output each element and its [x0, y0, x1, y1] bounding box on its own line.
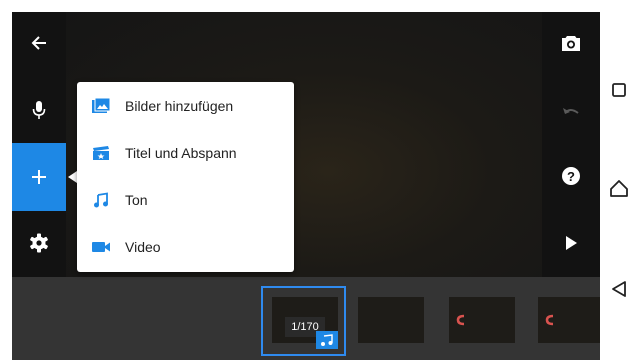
back-arrow-icon [31, 36, 46, 50]
system-nav-bar [600, 0, 637, 361]
undo-button[interactable] [542, 87, 600, 135]
menu-item-add-images[interactable]: Bilder hinzufügen [77, 82, 294, 129]
music-note-icon [94, 191, 108, 207]
back-icon [611, 281, 626, 297]
camera-icon [562, 36, 580, 51]
help-icon: ? [562, 167, 580, 185]
record-audio-button[interactable] [12, 86, 66, 134]
right-toolbar: ? [542, 12, 600, 277]
timeline-clip[interactable] [358, 297, 424, 343]
undo-icon [563, 108, 579, 114]
add-button[interactable] [12, 143, 66, 211]
video-camera-icon-wrap [77, 223, 125, 270]
snapshot-button[interactable] [542, 19, 600, 67]
microphone-icon [32, 101, 46, 119]
timeline[interactable]: 1/170 [12, 277, 600, 360]
gear-icon [30, 233, 48, 253]
home-button[interactable] [600, 168, 637, 208]
menu-item-label: Video [125, 238, 161, 255]
svg-text:?: ? [567, 169, 575, 184]
clip-marker-icon [456, 314, 465, 326]
settings-button[interactable] [12, 219, 66, 267]
back-button[interactable] [12, 19, 66, 67]
popup-pointer [68, 171, 77, 183]
menu-item-title-credits[interactable]: Titel und Abspann [77, 129, 294, 176]
plus-icon [32, 170, 46, 184]
left-toolbar [12, 12, 66, 277]
title-card-icon [93, 145, 109, 160]
add-images-icon-wrap [77, 82, 125, 129]
menu-item-label: Ton [125, 191, 148, 208]
add-menu-popup: Bilder hinzufügen Titel und Abspann Ton [77, 82, 294, 272]
music-note-icon-wrap [77, 176, 125, 223]
timeline-clip[interactable] [538, 297, 600, 343]
play-icon [566, 236, 577, 250]
add-images-icon [92, 97, 111, 113]
menu-item-label: Titel und Abspann [125, 144, 237, 161]
recent-apps-button[interactable] [600, 70, 637, 110]
menu-item-video[interactable]: Video [77, 223, 294, 270]
menu-item-sound[interactable]: Ton [77, 176, 294, 223]
menu-item-label: Bilder hinzufügen [125, 97, 234, 114]
timeline-clip[interactable] [449, 297, 515, 343]
title-card-icon-wrap [77, 129, 125, 176]
music-badge [316, 331, 338, 349]
music-note-icon [321, 334, 333, 346]
video-camera-icon [92, 241, 110, 252]
home-icon [609, 180, 628, 197]
clip-marker-icon [545, 314, 554, 326]
recent-apps-icon [611, 83, 626, 97]
help-button[interactable]: ? [542, 152, 600, 200]
nav-back-button[interactable] [600, 269, 637, 309]
play-button[interactable] [542, 219, 600, 267]
